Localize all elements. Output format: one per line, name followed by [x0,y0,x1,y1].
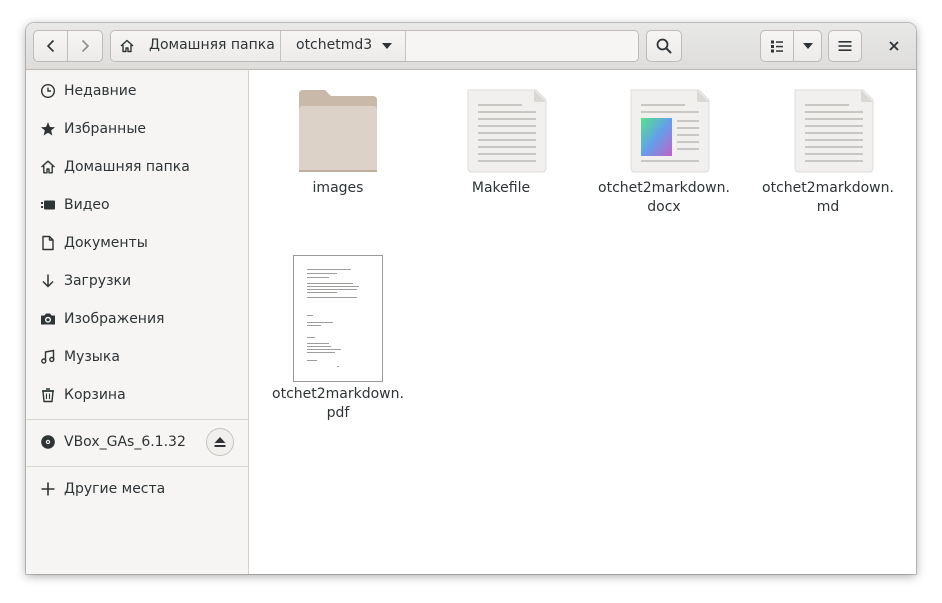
sidebar-item-trash[interactable]: Корзина [26,377,248,413]
sidebar-item-home[interactable]: Домашняя папка [26,149,248,185]
file-grid: images Makefile otchet2markdown. docx ot… [249,70,916,574]
file-item-pdf[interactable]: otchet2markdown. pdf [263,255,413,425]
sidebar-item-label: Музыка [64,349,120,365]
home-icon [40,159,56,175]
eject-icon [214,437,226,447]
sidebar-item-music[interactable]: Музыка [26,339,248,375]
sidebar-item-pictures[interactable]: Изображения [26,301,248,337]
close-window-button[interactable] [878,30,910,62]
text-file-icon [753,84,903,174]
folder-icon [263,84,413,174]
file-item-md[interactable]: otchet2markdown. md [753,84,903,224]
text-file-icon [426,84,576,174]
chevron-down-icon [382,43,392,49]
path-home-button[interactable]: Домашняя папка [111,31,281,61]
path-bar: Домашняя папка otchetmd3 [110,30,639,62]
star-icon [40,121,56,137]
file-name: otchet2markdown. md [762,180,894,215]
list-view-button[interactable] [760,30,794,62]
sidebar-item-label: Загрузки [64,273,132,289]
hamburger-menu-icon [838,41,852,51]
forward-button[interactable] [67,30,103,62]
sidebar-separator [26,419,248,420]
sidebar-item-other-locations[interactable]: Другие места [26,471,248,507]
sidebar-item-label: Другие места [64,481,166,497]
sidebar-item-label: Корзина [64,387,126,403]
file-manager-window: Домашняя папка otchetmd3 Недавние Избран… [26,23,916,574]
file-item-makefile[interactable]: Makefile [426,84,576,204]
path-home-label: Домашняя папка [149,37,275,53]
chevron-right-icon [81,39,90,53]
file-item-docx[interactable]: otchet2markdown. docx [589,84,739,224]
file-name: otchet2markdown. docx [598,180,730,215]
pdf-thumbnail-icon [263,255,413,383]
docx-file-icon [589,84,739,174]
video-icon [40,197,56,213]
sidebar-item-label: Домашняя папка [64,159,190,175]
file-name: otchet2markdown. pdf [272,386,404,421]
document-icon [40,235,56,251]
view-options-button[interactable] [793,30,822,62]
search-button[interactable] [646,30,682,62]
download-icon [40,273,56,289]
list-view-icon [771,40,783,53]
plus-icon [40,481,56,497]
sidebar-item-label: VBox_GAs_6.1.32 [64,434,186,450]
close-icon [889,41,899,51]
file-name: Makefile [471,180,531,196]
sidebar-item-label: Недавние [64,83,137,99]
eject-button[interactable] [206,428,234,456]
sidebar-item-label: Документы [64,235,148,251]
path-current-button[interactable]: otchetmd3 [281,31,406,61]
back-button[interactable] [33,30,68,62]
disc-icon [40,434,56,450]
clock-icon [40,83,56,99]
sidebar-item-label: Изображения [64,311,165,327]
search-icon [656,38,672,54]
sidebar-separator [26,466,248,467]
sidebar-item-downloads[interactable]: Загрузки [26,263,248,299]
chevron-down-icon [802,43,813,49]
file-name: images [312,180,364,196]
sidebar-item-recent[interactable]: Недавние [26,73,248,109]
file-item-images[interactable]: images [263,84,413,204]
sidebar: Недавние Избранные Домашняя папка Видео … [26,70,249,574]
camera-icon [40,311,56,327]
menu-button[interactable] [828,30,862,62]
trash-icon [40,387,56,403]
sidebar-item-label: Избранные [64,121,146,137]
chevron-left-icon [46,39,54,53]
music-icon [40,349,56,365]
sidebar-item-label: Видео [64,197,110,213]
home-icon [120,39,134,53]
header-bar: Домашняя папка otchetmd3 [26,23,916,70]
sidebar-item-device[interactable]: VBox_GAs_6.1.32 [26,424,248,460]
sidebar-item-videos[interactable]: Видео [26,187,248,223]
sidebar-item-documents[interactable]: Документы [26,225,248,261]
path-empty-area[interactable] [406,31,638,61]
sidebar-item-starred[interactable]: Избранные [26,111,248,147]
path-current-label: otchetmd3 [296,37,373,53]
